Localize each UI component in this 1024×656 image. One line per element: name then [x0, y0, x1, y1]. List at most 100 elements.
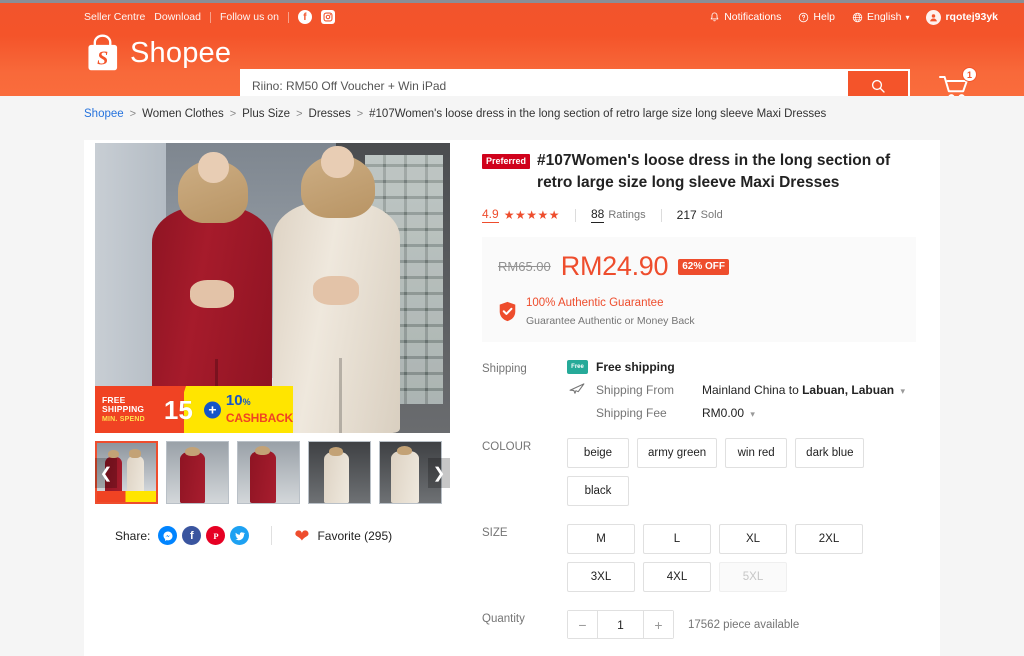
product-meta: 4.9 ★★★★★ 88 Ratings 217 Sold: [482, 207, 916, 223]
language-selector[interactable]: English ▾: [852, 11, 909, 23]
thumbnail-4[interactable]: [308, 441, 371, 504]
authentic-text-block: 100% Authentic Guarantee Guarantee Authe…: [526, 293, 695, 329]
sold-count: 217: [676, 207, 697, 222]
shipping-from-value[interactable]: Mainland China to Labuan, Labuan ▾: [702, 383, 905, 397]
promo-percent: 10: [225, 391, 243, 409]
shopee-logo[interactable]: S Shopee: [84, 33, 231, 73]
size-option-4xl[interactable]: 4XL: [643, 562, 711, 592]
free-shipping-line: Free Free shipping: [567, 360, 916, 374]
breadcrumb-separator-4: >: [356, 108, 364, 120]
quantity-stepper[interactable]: − 1 +: [567, 610, 674, 639]
facebook-icon[interactable]: f: [297, 10, 312, 24]
colour-options: beige army green win red dark blue black: [567, 438, 916, 506]
shipping-from-line: Shipping From Mainland China to Labuan, …: [567, 382, 916, 398]
twitter-icon[interactable]: [230, 526, 250, 545]
shipping-destination: Labuan, Labuan: [802, 383, 895, 397]
colour-option-win-red[interactable]: win red: [725, 438, 788, 468]
quantity-decrease-button[interactable]: −: [568, 611, 597, 638]
breadcrumb-item-shopee[interactable]: Shopee: [84, 108, 124, 120]
topbar-right-group: Notifications Help English ▾ rqotej93yk: [709, 3, 998, 31]
size-option-3xl[interactable]: 3XL: [567, 562, 635, 592]
product-title-row: Preferred #107Women's loose dress in the…: [482, 150, 916, 194]
size-option-m[interactable]: M: [567, 524, 635, 554]
download-link[interactable]: Download: [154, 11, 201, 23]
colour-option-dark-blue[interactable]: dark blue: [795, 438, 865, 468]
share-label: Share:: [115, 528, 151, 543]
meta-divider-1: [574, 208, 576, 222]
breadcrumb: Shopee > Women Clothes > Plus Size > Dre…: [0, 96, 1024, 130]
promo-percent-symbol: %: [242, 396, 251, 407]
favorite-label: Favorite (295): [317, 528, 393, 543]
user-account-button[interactable]: rqotej93yk: [926, 9, 998, 25]
thumbnail-strip: ❮ ❯: [95, 441, 450, 504]
size-section: SIZE M L XL 2XL 3XL 4XL 5XL: [482, 524, 916, 592]
shipping-body: Free Free shipping Shipping From Mainlan…: [567, 360, 916, 420]
promo-cashback-block: 10% CASHBACK: [225, 391, 293, 427]
search-bar[interactable]: [240, 69, 910, 96]
help-button[interactable]: Help: [798, 11, 835, 23]
colour-option-army-green[interactable]: army green: [637, 438, 718, 468]
pinterest-icon[interactable]: P: [206, 526, 226, 545]
size-option-l[interactable]: L: [643, 524, 711, 554]
language-label: English: [867, 11, 902, 23]
shipping-fee-line: Shipping Fee RM0.00 ▾: [567, 406, 916, 420]
rating-score[interactable]: 4.9: [482, 207, 499, 223]
messenger-icon[interactable]: [158, 526, 178, 545]
shipping-section: Shipping Free Free shipping Shipping Fro…: [482, 360, 916, 420]
notifications-button[interactable]: Notifications: [709, 11, 781, 23]
breadcrumb-current: #107Women's loose dress in the long sect…: [369, 108, 827, 120]
quantity-increase-button[interactable]: +: [644, 611, 673, 638]
breadcrumb-separator-2: >: [229, 108, 237, 120]
free-shipping-text: Free shipping: [596, 360, 675, 374]
search-button[interactable]: [848, 71, 908, 96]
shipping-origin: Mainland China: [702, 383, 786, 397]
thumbnail-3[interactable]: [237, 441, 300, 504]
favorite-button[interactable]: ❤ Favorite (295): [294, 527, 392, 545]
shopee-bag-icon: S: [88, 34, 118, 71]
svg-text:S: S: [97, 47, 108, 69]
authentic-subtitle: Guarantee Authentic or Money Back: [526, 315, 695, 327]
search-input[interactable]: [242, 71, 848, 96]
size-option-2xl[interactable]: 2XL: [795, 524, 863, 554]
cart-badge: 1: [962, 67, 977, 82]
globe-icon: [852, 12, 863, 22]
size-option-xl[interactable]: XL: [719, 524, 787, 554]
seller-centre-link[interactable]: Seller Centre: [84, 11, 145, 23]
breadcrumb-item-plus-size[interactable]: Plus Size: [242, 108, 290, 120]
instagram-icon[interactable]: [320, 10, 335, 24]
gallery-prev-button[interactable]: ❮: [95, 457, 117, 488]
heart-icon: ❤: [294, 525, 310, 546]
quantity-value[interactable]: 1: [597, 611, 644, 638]
shipping-from-label: Shipping From: [596, 383, 675, 397]
current-price: RM24.90: [560, 251, 669, 281]
airplane-icon: [567, 382, 588, 398]
thumbnail-2[interactable]: [166, 441, 229, 504]
quantity-section: Quantity − 1 + 17562 piece available: [482, 610, 916, 639]
site-header: Seller Centre Download Follow us on f No…: [0, 0, 1024, 96]
colour-option-beige[interactable]: beige: [567, 438, 629, 468]
size-label: SIZE: [482, 527, 508, 539]
gallery-next-button[interactable]: ❯: [428, 457, 450, 488]
cart-button[interactable]: 1: [938, 67, 977, 96]
main-product-image[interactable]: FREE SHIPPING MIN. SPEND 15 + 10% CASHBA…: [95, 143, 450, 433]
colour-label: COLOUR: [482, 441, 532, 453]
search-icon: [871, 79, 885, 93]
breadcrumb-item-dresses[interactable]: Dresses: [309, 108, 351, 120]
help-label: Help: [813, 11, 835, 23]
user-icon: [930, 13, 938, 21]
price-box: RM65.00 RM24.90 62% OFF 100% Authentic G…: [482, 237, 916, 342]
breadcrumb-separator: >: [129, 108, 137, 120]
colour-section: COLOUR beige army green win red dark blu…: [482, 438, 916, 506]
shipping-fee-value[interactable]: RM0.00 ▾: [702, 406, 755, 420]
ratings-label: Ratings: [608, 209, 646, 221]
discount-badge: 62% OFF: [678, 258, 730, 275]
authentic-guarantee: 100% Authentic Guarantee Guarantee Authe…: [498, 293, 900, 329]
product-gallery: FREE SHIPPING MIN. SPEND 15 + 10% CASHBA…: [84, 140, 466, 656]
ratings-count[interactable]: 88: [590, 207, 605, 223]
follow-us-label: Follow us on: [219, 11, 279, 23]
preferred-badge: Preferred: [482, 154, 531, 169]
facebook-share-icon[interactable]: f: [182, 526, 202, 545]
breadcrumb-item-women-clothes[interactable]: Women Clothes: [142, 108, 224, 120]
topbar-left-group: Seller Centre Download Follow us on f: [84, 3, 335, 31]
colour-option-black[interactable]: black: [567, 476, 629, 506]
